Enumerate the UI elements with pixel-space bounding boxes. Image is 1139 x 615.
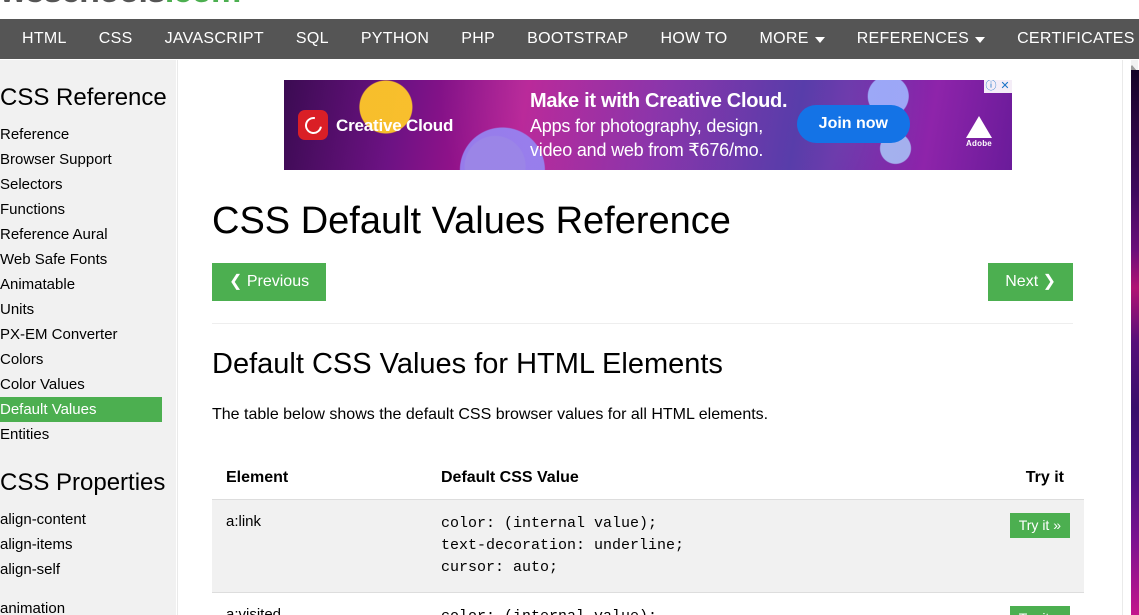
creative-cloud-logo-icon bbox=[298, 110, 328, 140]
nav-item-label: SQL bbox=[295, 30, 329, 47]
sidebar-item-web-safe-fonts[interactable]: Web Safe Fonts bbox=[0, 247, 162, 272]
nav-item-label: MORE bbox=[759, 30, 809, 47]
adchoices-controls: ⓘ ✕ bbox=[984, 80, 1012, 93]
sidebar-item-animatable[interactable]: Animatable bbox=[0, 272, 162, 297]
main-content: Creative Cloud Make it with Creative Clo… bbox=[177, 60, 1122, 615]
adchoices-info-icon[interactable]: ⓘ bbox=[984, 80, 998, 93]
sidebar-item-align-self[interactable]: align-self bbox=[0, 557, 162, 582]
content-divider bbox=[212, 323, 1073, 324]
nav-item-bootstrap[interactable]: BOOTSTRAP bbox=[511, 19, 644, 59]
cell-default-css-value: color: (internal value); text-decoration:… bbox=[427, 499, 974, 593]
table-header-cell: Default CSS Value bbox=[427, 458, 974, 500]
logo-domain: .com bbox=[165, 0, 241, 10]
nav-item-how-to[interactable]: HOW TO bbox=[645, 19, 744, 59]
table-row: a:visited color: (internal value); Try it … bbox=[212, 592, 1084, 615]
sidebar-item-color-values[interactable]: Color Values bbox=[0, 372, 162, 397]
css-declaration: color: (internal value); bbox=[441, 515, 658, 532]
chevron-down-icon bbox=[814, 37, 825, 43]
site-logo[interactable]: w3schools.com bbox=[0, 0, 241, 10]
sidebar-item-animation[interactable]: animation bbox=[0, 596, 162, 615]
table-header-cell: Try it bbox=[974, 458, 1084, 500]
css-declaration: color: (internal value); bbox=[441, 606, 960, 615]
adobe-logo: Adobe bbox=[958, 116, 1000, 148]
sidebar-item-px-em-converter[interactable]: PX-EM Converter bbox=[0, 322, 162, 347]
left-sidebar: CSS Reference Reference Browser Support Sel… bbox=[0, 60, 176, 615]
nav-item-certificates[interactable]: CERTIFICATES bbox=[1001, 19, 1139, 59]
nav-item-html[interactable]: HTML bbox=[0, 19, 83, 59]
adobe-label: Adobe bbox=[966, 139, 992, 148]
ad-headline: Make it with Creative Cloud. bbox=[530, 90, 788, 112]
nav-item-label: PHP bbox=[461, 30, 496, 47]
sidebar-section-title: CSS Properties bbox=[0, 469, 166, 496]
table-row: a:link color: (internal value); text-decor… bbox=[212, 499, 1084, 593]
sidebar-item-default-values[interactable]: Default Values bbox=[0, 397, 162, 422]
page-title: CSS Default Values Reference bbox=[212, 200, 731, 242]
sidebar-item-reference-aural[interactable]: Reference Aural bbox=[0, 222, 162, 247]
site-header: w3schools.com THE WORLD'S LARGEST WEB DE… bbox=[0, 0, 1139, 18]
intro-paragraph: The table below shows the default CSS br… bbox=[212, 406, 769, 423]
table-header-cell: Element bbox=[212, 458, 427, 500]
nav-item-css[interactable]: CSS bbox=[83, 19, 149, 59]
pager-controls: ❮ Previous Next ❯ bbox=[211, 263, 1086, 301]
ad-join-now-button[interactable]: Join now bbox=[796, 105, 910, 143]
section-title: Default CSS Values for HTML Elements bbox=[212, 348, 723, 380]
nav-item-label: BOOTSTRAP bbox=[527, 30, 629, 47]
nav-item-label: HOW TO bbox=[660, 30, 728, 47]
sidebar-item-selectors[interactable]: Selectors bbox=[0, 172, 162, 197]
ad-subline-2: video and web from ₹676/mo. bbox=[530, 140, 764, 160]
side-advertisement[interactable] bbox=[1131, 70, 1139, 615]
sidebar-section-title: CSS Reference bbox=[0, 84, 167, 111]
sidebar-item-align-items[interactable]: align-items bbox=[0, 532, 162, 557]
nav-item-more[interactable]: MORE bbox=[744, 19, 841, 59]
default-values-table: Element Default CSS Value Try it a:link col… bbox=[212, 458, 1084, 615]
nav-item-label: CERTIFICATES bbox=[1017, 30, 1135, 47]
side-ad-gutter bbox=[1123, 60, 1131, 615]
nav-item-references[interactable]: REFERENCES bbox=[841, 19, 1001, 59]
sidebar-item-functions[interactable]: Functions bbox=[0, 197, 162, 222]
table-head: Element Default CSS Value Try it bbox=[212, 458, 1084, 500]
nav-item-sql[interactable]: SQL bbox=[280, 19, 345, 59]
sidebar-item-align-content[interactable]: align-content bbox=[0, 507, 162, 532]
ad-subline-1: Apps for photography, design, bbox=[530, 116, 764, 136]
previous-button[interactable]: ❮ Previous bbox=[212, 263, 327, 301]
table-header-row: Element Default CSS Value Try it bbox=[212, 458, 1084, 500]
css-declaration: cursor: auto; bbox=[441, 559, 559, 576]
sidebar-item-entities[interactable]: Entities bbox=[0, 422, 162, 447]
nav-item-label: REFERENCES bbox=[856, 30, 970, 47]
cell-try-it: Try it » bbox=[974, 592, 1084, 615]
cell-element-name: a:link bbox=[212, 499, 427, 593]
chevron-down-icon bbox=[975, 37, 986, 43]
main-navbar: HTML CSS JAVASCRIPT SQL PYTHON PHP BOOTSTRAP HO… bbox=[0, 19, 1139, 59]
nav-item-label: JAVASCRIPT bbox=[164, 30, 264, 47]
ad-brand-label: Creative Cloud bbox=[336, 116, 454, 135]
try-it-button[interactable]: Try it » bbox=[1009, 513, 1070, 538]
page-root: w3schools.com THE WORLD'S LARGEST WEB DE… bbox=[0, 0, 1139, 615]
table-body: a:link color: (internal value); text-decor… bbox=[212, 499, 1084, 615]
nav-item-python[interactable]: PYTHON bbox=[345, 19, 445, 59]
try-it-button[interactable]: Try it » bbox=[1009, 606, 1070, 615]
cell-default-css-value: color: (internal value); bbox=[427, 592, 974, 615]
nav-item-php[interactable]: PHP bbox=[445, 19, 511, 59]
sidebar-item-browser-support[interactable]: Browser Support bbox=[0, 147, 162, 172]
sidebar-item-units[interactable]: Units bbox=[0, 297, 162, 322]
adobe-mark-icon bbox=[966, 116, 992, 138]
cell-element-name: a:visited bbox=[212, 592, 427, 615]
sidebar-item-colors[interactable]: Colors bbox=[0, 347, 162, 372]
nav-item-label: CSS bbox=[98, 30, 133, 47]
next-button[interactable]: Next ❯ bbox=[988, 263, 1073, 301]
cell-try-it: Try it » bbox=[974, 499, 1084, 593]
nav-item-javascript[interactable]: JAVASCRIPT bbox=[149, 19, 280, 59]
banner-advertisement[interactable]: Creative Cloud Make it with Creative Clo… bbox=[284, 80, 1012, 170]
css-declaration: text-decoration: underline; bbox=[441, 537, 685, 554]
nav-item-label: PYTHON bbox=[360, 30, 430, 47]
sidebar-item-reference[interactable]: Reference bbox=[0, 122, 162, 147]
nav-item-label: HTML bbox=[22, 30, 67, 47]
logo-word: w3schools bbox=[0, 0, 166, 10]
ad-close-icon[interactable]: ✕ bbox=[998, 80, 1012, 93]
